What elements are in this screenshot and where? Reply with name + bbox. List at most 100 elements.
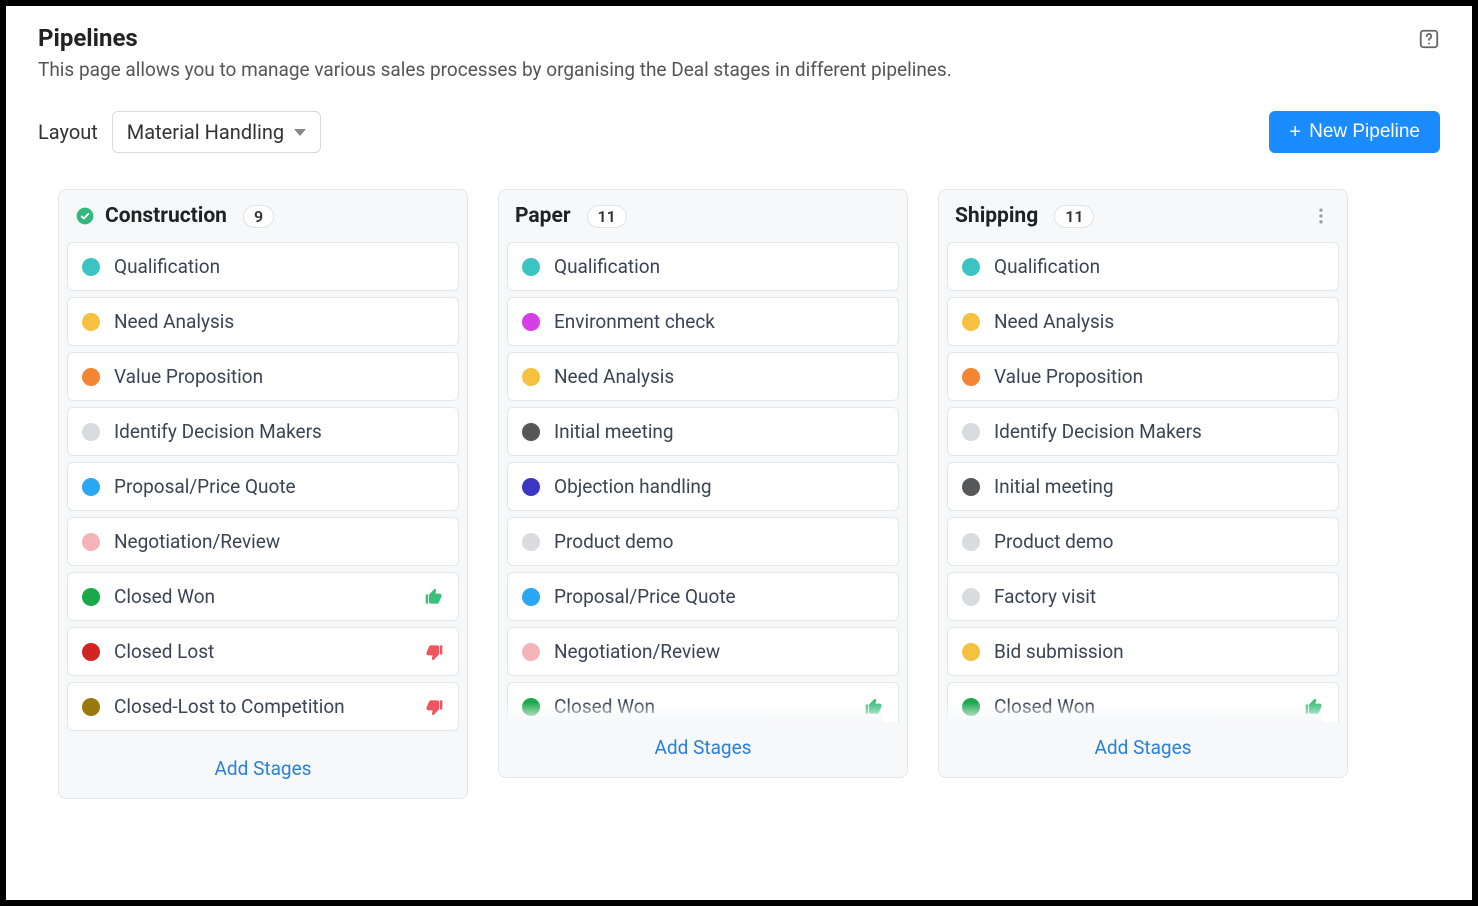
stage-color-dot xyxy=(522,588,540,606)
stage-color-dot xyxy=(962,588,980,606)
stage-item[interactable]: Identify Decision Makers xyxy=(67,407,459,456)
stage-label: Need Analysis xyxy=(554,365,884,388)
stage-color-dot xyxy=(82,258,100,276)
new-pipeline-label: New Pipeline xyxy=(1309,121,1420,143)
stage-item[interactable]: Environment check xyxy=(507,297,899,346)
stage-item[interactable]: Initial meeting xyxy=(507,407,899,456)
stage-item[interactable]: Qualification xyxy=(947,242,1339,291)
stage-label: Factory visit xyxy=(994,585,1324,608)
stage-label: Value Proposition xyxy=(114,365,444,388)
stage-item[interactable]: Product demo xyxy=(947,517,1339,566)
pipeline-card: Construction9 Qualification Need Analysis V… xyxy=(58,189,468,799)
stage-color-dot xyxy=(82,533,100,551)
stage-color-dot xyxy=(82,313,100,331)
stage-item[interactable]: Closed Won xyxy=(947,682,1339,722)
pipeline-name: Paper xyxy=(515,204,571,228)
stage-label: Qualification xyxy=(994,255,1324,278)
header-text: Pipelines This page allows you to manage… xyxy=(38,24,952,111)
header-row: Pipelines This page allows you to manage… xyxy=(38,24,1440,111)
stage-label: Product demo xyxy=(554,530,884,553)
stage-label: Identify Decision Makers xyxy=(994,420,1324,443)
stage-label: Negotiation/Review xyxy=(114,530,444,553)
stage-label: Closed Won xyxy=(994,695,1290,718)
new-pipeline-button[interactable]: + New Pipeline xyxy=(1269,111,1440,153)
stage-label: Initial meeting xyxy=(554,420,884,443)
stage-item[interactable]: Closed Won xyxy=(507,682,899,722)
stage-label: Product demo xyxy=(994,530,1324,553)
stage-color-dot xyxy=(522,313,540,331)
stage-item[interactable]: Proposal/Price Quote xyxy=(507,572,899,621)
stage-color-dot xyxy=(962,423,980,441)
stage-color-dot xyxy=(522,643,540,661)
pipeline-count-badge: 11 xyxy=(1054,205,1094,228)
stage-item[interactable]: Qualification xyxy=(67,242,459,291)
stage-color-dot xyxy=(522,258,540,276)
help-icon[interactable] xyxy=(1418,28,1440,50)
stage-label: Negotiation/Review xyxy=(554,640,884,663)
pipeline-header: Construction9 xyxy=(59,190,467,242)
stage-color-dot xyxy=(522,698,540,716)
stages-wrap: Qualification Need Analysis Value Proposit… xyxy=(939,242,1347,722)
thumb-down-icon xyxy=(424,642,444,662)
stage-label: Qualification xyxy=(114,255,444,278)
stage-label: Proposal/Price Quote xyxy=(554,585,884,608)
stage-item[interactable]: Objection handling xyxy=(507,462,899,511)
stage-item[interactable]: Closed-Lost to Competition xyxy=(67,682,459,731)
stage-label: Qualification xyxy=(554,255,884,278)
stage-item[interactable]: Factory visit xyxy=(947,572,1339,621)
stage-item[interactable]: Negotiation/Review xyxy=(67,517,459,566)
stage-item[interactable]: Product demo xyxy=(507,517,899,566)
stage-item[interactable]: Initial meeting xyxy=(947,462,1339,511)
pipelines-page: Pipelines This page allows you to manage… xyxy=(6,6,1472,900)
stage-label: Closed-Lost to Competition xyxy=(114,695,410,718)
stage-item[interactable]: Value Proposition xyxy=(947,352,1339,401)
stage-color-dot xyxy=(82,588,100,606)
pipeline-header: Shipping11 xyxy=(939,190,1347,242)
stage-color-dot xyxy=(82,423,100,441)
stage-color-dot xyxy=(962,478,980,496)
stage-color-dot xyxy=(82,698,100,716)
stage-label: Closed Won xyxy=(114,585,410,608)
check-circle-icon xyxy=(75,206,95,226)
stage-item[interactable]: Bid submission xyxy=(947,627,1339,676)
stage-label: Closed Lost xyxy=(114,640,410,663)
stage-label: Proposal/Price Quote xyxy=(114,475,444,498)
stage-item[interactable]: Need Analysis xyxy=(507,352,899,401)
stage-color-dot xyxy=(962,643,980,661)
stage-item[interactable]: Negotiation/Review xyxy=(507,627,899,676)
stage-color-dot xyxy=(82,643,100,661)
stage-label: Initial meeting xyxy=(994,475,1324,498)
stage-color-dot xyxy=(82,478,100,496)
layout-label: Layout xyxy=(38,120,98,144)
page-description: This page allows you to manage various s… xyxy=(38,58,952,81)
stage-label: Environment check xyxy=(554,310,884,333)
pipeline-header: Paper11 xyxy=(499,190,907,242)
stage-label: Bid submission xyxy=(994,640,1324,663)
stage-item[interactable]: Need Analysis xyxy=(67,297,459,346)
controls-row: Layout Material Handling + New Pipeline xyxy=(38,111,1440,153)
stages-list[interactable]: Qualification Environment check Need Analy… xyxy=(499,242,907,722)
pipeline-count-badge: 9 xyxy=(243,205,274,228)
stage-item[interactable]: Value Proposition xyxy=(67,352,459,401)
stage-item[interactable]: Qualification xyxy=(507,242,899,291)
kebab-menu-icon[interactable] xyxy=(1311,206,1331,226)
stage-color-dot xyxy=(962,533,980,551)
add-stages-link[interactable]: Add Stages xyxy=(59,743,467,798)
stage-item[interactable]: Closed Lost xyxy=(67,627,459,676)
layout-select[interactable]: Material Handling xyxy=(112,111,321,153)
stage-item[interactable]: Need Analysis xyxy=(947,297,1339,346)
add-stages-link[interactable]: Add Stages xyxy=(939,722,1347,777)
add-stages-link[interactable]: Add Stages xyxy=(499,722,907,777)
stage-color-dot xyxy=(962,698,980,716)
stage-label: Closed Won xyxy=(554,695,850,718)
stage-color-dot xyxy=(962,368,980,386)
layout-select-value: Material Handling xyxy=(127,120,284,144)
stage-color-dot xyxy=(522,368,540,386)
stages-list: Qualification Need Analysis Value Proposit… xyxy=(59,242,467,743)
stage-color-dot xyxy=(962,258,980,276)
stage-item[interactable]: Identify Decision Makers xyxy=(947,407,1339,456)
stage-item[interactable]: Proposal/Price Quote xyxy=(67,462,459,511)
stages-list[interactable]: Qualification Need Analysis Value Proposit… xyxy=(939,242,1347,722)
stage-item[interactable]: Closed Won xyxy=(67,572,459,621)
thumb-up-icon xyxy=(1304,697,1324,717)
